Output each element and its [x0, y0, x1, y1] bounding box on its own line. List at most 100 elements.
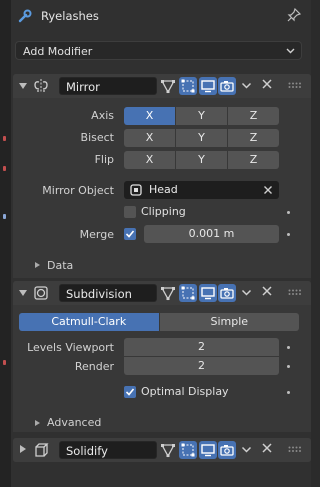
modifier-name-text: Solidify: [66, 444, 108, 458]
animate-property-dot[interactable]: [287, 365, 290, 368]
strip-marker: [3, 214, 6, 219]
collapse-toggle-icon[interactable]: [19, 83, 27, 89]
edit-mode-icon[interactable]: [160, 78, 176, 94]
chevron-down-icon: [286, 48, 295, 54]
monitor-icon: [201, 80, 215, 93]
vertex-cage-icon: [181, 79, 195, 93]
mirror-object-field[interactable]: Head: [124, 181, 279, 199]
expand-toggle-icon[interactable]: [35, 262, 40, 268]
axis-label: Axis: [91, 109, 114, 122]
close-icon[interactable]: [261, 442, 273, 454]
catmull-clark-button[interactable]: Catmull-Clark: [19, 313, 159, 331]
axis-segmented: X Y Z: [124, 107, 279, 125]
merge-checkbox[interactable]: [124, 228, 136, 240]
on-cage-toggle[interactable]: [179, 441, 197, 459]
flip-x-button[interactable]: X: [124, 151, 175, 169]
modifier-name-field[interactable]: Subdivision: [59, 284, 157, 302]
strip-marker: [3, 360, 6, 365]
modifier-name-text: Mirror: [66, 80, 100, 94]
close-icon[interactable]: [261, 285, 273, 297]
on-cage-toggle[interactable]: [179, 77, 197, 95]
optimal-display-label: Optimal Display: [141, 385, 229, 398]
add-modifier-dropdown[interactable]: Add Modifier: [15, 41, 302, 60]
flip-segmented: X Y Z: [124, 151, 279, 169]
viewport-display-toggle[interactable]: [199, 77, 217, 95]
merge-distance-field[interactable]: 0.001 m: [144, 225, 279, 243]
camera-icon: [220, 288, 234, 299]
expand-toggle-icon[interactable]: [20, 445, 26, 453]
animate-property-dot[interactable]: [287, 211, 290, 214]
subdivision-modifier-icon: [34, 286, 48, 300]
simple-button[interactable]: Simple: [159, 313, 299, 331]
edit-mode-icon[interactable]: [160, 285, 176, 301]
solidify-modifier-icon: [35, 443, 49, 457]
properties-header: Ryelashes: [11, 0, 311, 33]
camera-icon: [220, 81, 234, 92]
solidify-modifier-panel: Solidify: [13, 438, 311, 462]
vertex-cage-icon: [181, 443, 195, 457]
camera-icon: [220, 445, 234, 456]
advanced-subpanel-label[interactable]: Advanced: [47, 416, 101, 429]
strip-marker: [3, 166, 6, 171]
render-toggle[interactable]: [218, 284, 236, 302]
clipping-label: Clipping: [141, 205, 186, 218]
monitor-icon: [201, 287, 215, 300]
bisect-segmented: X Y Z: [124, 129, 279, 147]
chevron-down-icon[interactable]: [241, 444, 252, 455]
axis-x-button[interactable]: X: [124, 107, 175, 125]
viewport-display-toggle[interactable]: [199, 441, 217, 459]
drag-handle-icon[interactable]: [288, 289, 302, 297]
axis-y-button[interactable]: Y: [176, 107, 227, 125]
levels-viewport-field[interactable]: 2: [124, 338, 279, 356]
flip-z-button[interactable]: Z: [228, 151, 279, 169]
strip-marker: [3, 136, 6, 141]
bisect-label: Bisect: [80, 131, 114, 144]
clear-icon[interactable]: [263, 185, 273, 195]
mirror-modifier-header: Mirror: [13, 74, 311, 98]
object-name: Ryelashes: [41, 9, 99, 23]
render-levels-field[interactable]: 2: [124, 357, 279, 375]
optimal-display-checkbox[interactable]: [124, 386, 136, 398]
drag-handle-icon[interactable]: [288, 446, 302, 454]
bisect-z-button[interactable]: Z: [228, 129, 279, 147]
animate-property-dot[interactable]: [287, 391, 290, 394]
collapse-toggle-icon[interactable]: [19, 290, 27, 296]
modifier-name-field[interactable]: Mirror: [59, 77, 157, 95]
mirror-modifier-icon: [34, 79, 48, 93]
clipping-checkbox[interactable]: [124, 206, 136, 218]
flip-y-button[interactable]: Y: [176, 151, 227, 169]
drag-handle-icon[interactable]: [288, 82, 302, 90]
bisect-y-button[interactable]: Y: [176, 129, 227, 147]
add-modifier-label: Add Modifier: [23, 45, 93, 58]
check-icon: [125, 388, 135, 396]
render-levels-label: Render: [74, 360, 114, 373]
chevron-down-icon[interactable]: [241, 287, 252, 298]
chevron-down-icon[interactable]: [241, 80, 252, 91]
animate-property-dot[interactable]: [287, 233, 290, 236]
animate-property-dot[interactable]: [287, 346, 290, 349]
mirror-object-label: Mirror Object: [42, 184, 114, 197]
subdivision-modifier-panel: Subdivision Catmull-Clark Simple Levels …: [13, 281, 311, 432]
wrench-icon: [18, 9, 32, 23]
modifier-name-field[interactable]: Solidify: [59, 441, 157, 459]
modifier-name-text: Subdivision: [66, 287, 132, 301]
pin-icon[interactable]: [287, 8, 301, 22]
edit-mode-icon[interactable]: [160, 442, 176, 458]
merge-label: Merge: [79, 228, 114, 241]
axis-z-button[interactable]: Z: [228, 107, 279, 125]
subdivision-type-segmented: Catmull-Clark Simple: [19, 313, 299, 331]
render-toggle[interactable]: [218, 441, 236, 459]
viewport-display-toggle[interactable]: [199, 284, 217, 302]
on-cage-toggle[interactable]: [179, 284, 197, 302]
data-subpanel-label[interactable]: Data: [47, 259, 73, 272]
render-toggle[interactable]: [218, 77, 236, 95]
expand-toggle-icon[interactable]: [35, 420, 40, 426]
close-icon[interactable]: [261, 78, 273, 90]
vertex-cage-icon: [181, 286, 195, 300]
mirror-modifier-panel: Mirror Axis X Y Z Bisect X Y Z Flip X Y …: [13, 74, 311, 278]
monitor-icon: [201, 444, 215, 457]
solidify-modifier-header: Solidify: [13, 438, 311, 462]
flip-label: Flip: [94, 153, 114, 166]
levels-viewport-label: Levels Viewport: [27, 341, 114, 354]
bisect-x-button[interactable]: X: [124, 129, 175, 147]
